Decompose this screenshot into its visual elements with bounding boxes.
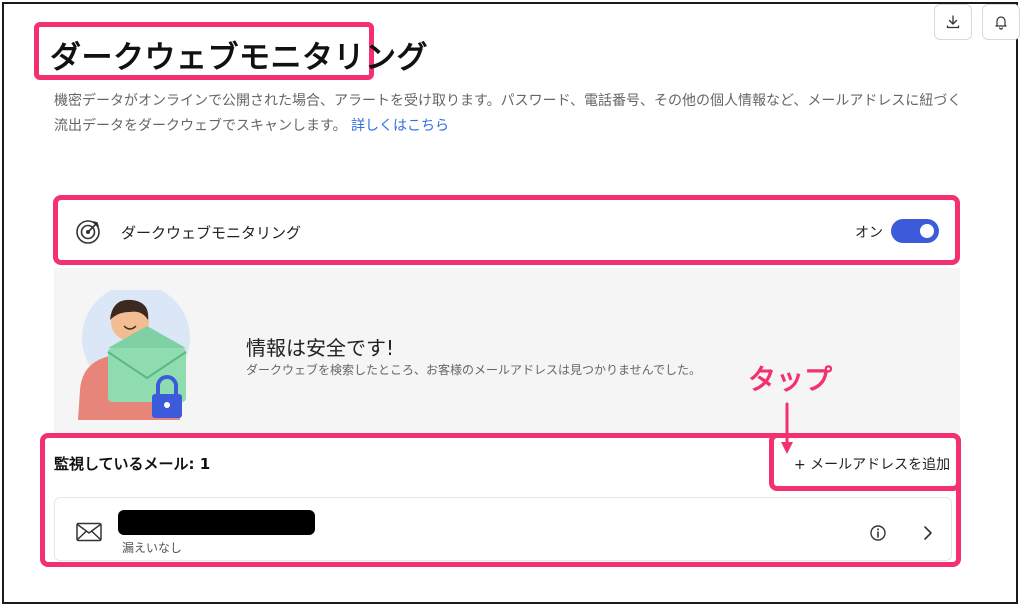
notifications-button[interactable] (982, 4, 1020, 40)
bell-icon (995, 16, 1007, 30)
page-description: 機密データがオンラインで公開された場合、アラートを受け取ります。パスワード、電話… (54, 89, 974, 139)
safe-status-subtitle: ダークウェブを検索したところ、お客様のメールアドレスは見つかりませんでした。 (246, 363, 702, 377)
add-email-highlight-box (769, 433, 961, 491)
page-title: ダークウェブモニタリング (50, 40, 428, 76)
tap-annotation: タップ (748, 363, 833, 396)
safe-status-title: 情報は安全です! (246, 336, 395, 360)
download-icon (946, 15, 960, 29)
secure-mail-illustration (78, 290, 190, 420)
learn-more-link[interactable]: 詳しくはこちら (351, 118, 449, 134)
description-text: 機密データがオンラインで公開された場合、アラートを受け取ります。パスワード、電話… (54, 93, 962, 134)
monitoring-highlight-box (53, 195, 960, 265)
download-button[interactable] (934, 4, 972, 40)
